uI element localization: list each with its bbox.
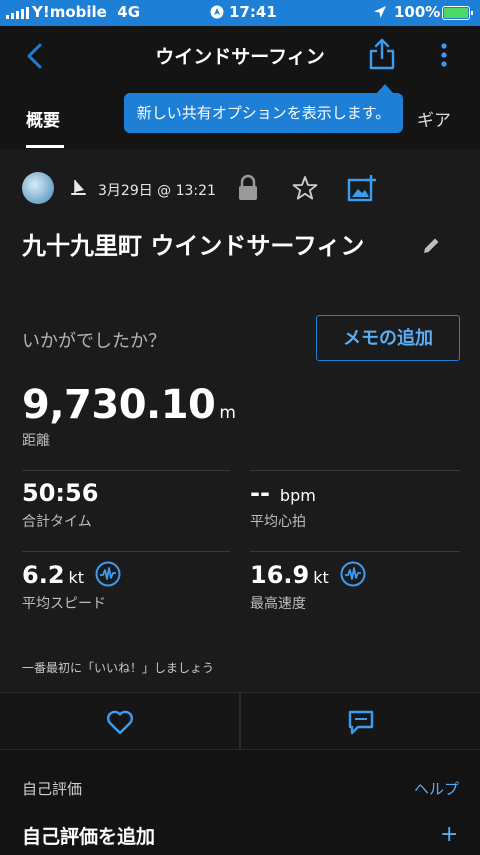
tab-overview[interactable]: 概要 <box>26 106 60 131</box>
status-time: 17:41 <box>229 3 277 21</box>
location-icon <box>374 6 386 18</box>
self-evaluation-title: 自己評価 <box>22 780 83 798</box>
distance-number: 9,730.10 <box>22 382 216 428</box>
divider <box>22 470 230 471</box>
distance-unit: m <box>219 403 236 423</box>
share-icon[interactable] <box>368 38 396 70</box>
more-vertical-icon[interactable] <box>432 40 456 70</box>
like-heart-icon[interactable] <box>106 709 134 735</box>
help-link[interactable]: ヘルプ <box>414 778 459 799</box>
activity-title: 九十九里町 ウインドサーフィン <box>22 232 365 260</box>
speed-chart-icon[interactable] <box>95 561 121 587</box>
how-was-it-prompt: いかがでしたか？ <box>22 331 166 352</box>
self-evaluation-section: 自己評価 ヘルプ 自己評価を追加 + <box>0 750 480 855</box>
battery-percent: 100% <box>394 3 441 21</box>
divider <box>22 551 230 552</box>
divider <box>250 551 460 552</box>
stat-max-speed: 16.9 kt 最高速度 <box>250 561 366 613</box>
divider <box>250 470 460 471</box>
be-first-to-like-text: 一番最初に「いいね！」しましょう <box>22 661 215 675</box>
stat-avg-hr: -- bpm 平均心拍 <box>250 479 316 530</box>
favorite-star-icon[interactable] <box>292 175 318 201</box>
stat-avg-speed: 6.2 kt 平均スピード <box>22 561 121 613</box>
distance-label: 距離 <box>22 433 50 449</box>
social-action-bar <box>0 692 480 751</box>
activity-date: 3月29日 @ 13:21 <box>98 183 216 199</box>
share-options-tooltip[interactable]: 新しい共有オプションを表示します。 <box>124 84 403 133</box>
add-self-evaluation-plus[interactable]: + <box>440 822 456 855</box>
nav-bar: ウインドサーフィン <box>0 26 480 86</box>
add-photo-icon[interactable] <box>347 174 377 202</box>
status-bar: Y!mobile 4G 17:41 100% <box>0 0 480 26</box>
avatar[interactable] <box>22 172 54 204</box>
tab-gear[interactable]: ギア <box>417 106 451 131</box>
battery-icon <box>442 6 473 20</box>
stat-total-time: 50:56 合計タイム <box>22 479 99 530</box>
divider <box>239 693 241 751</box>
lock-icon[interactable] <box>237 174 259 202</box>
carrier-label: Y!mobile 4G <box>32 3 141 21</box>
windsurf-icon <box>71 180 86 195</box>
active-tab-indicator <box>26 145 64 148</box>
add-self-evaluation[interactable]: 自己評価を追加 <box>22 822 155 855</box>
comment-icon[interactable] <box>347 709 375 735</box>
distance-value: 9,730.10 m <box>22 382 236 428</box>
speed-chart-icon[interactable] <box>340 561 366 587</box>
add-memo-button[interactable]: メモの追加 <box>316 315 460 361</box>
page-title: ウインドサーフィン <box>155 46 325 68</box>
signal-icon <box>6 7 29 19</box>
location-arrow-circle-icon <box>210 5 224 19</box>
activity-meta-row: 3月29日 @ 13:21 <box>0 172 480 208</box>
edit-pencil-icon[interactable] <box>421 236 441 256</box>
